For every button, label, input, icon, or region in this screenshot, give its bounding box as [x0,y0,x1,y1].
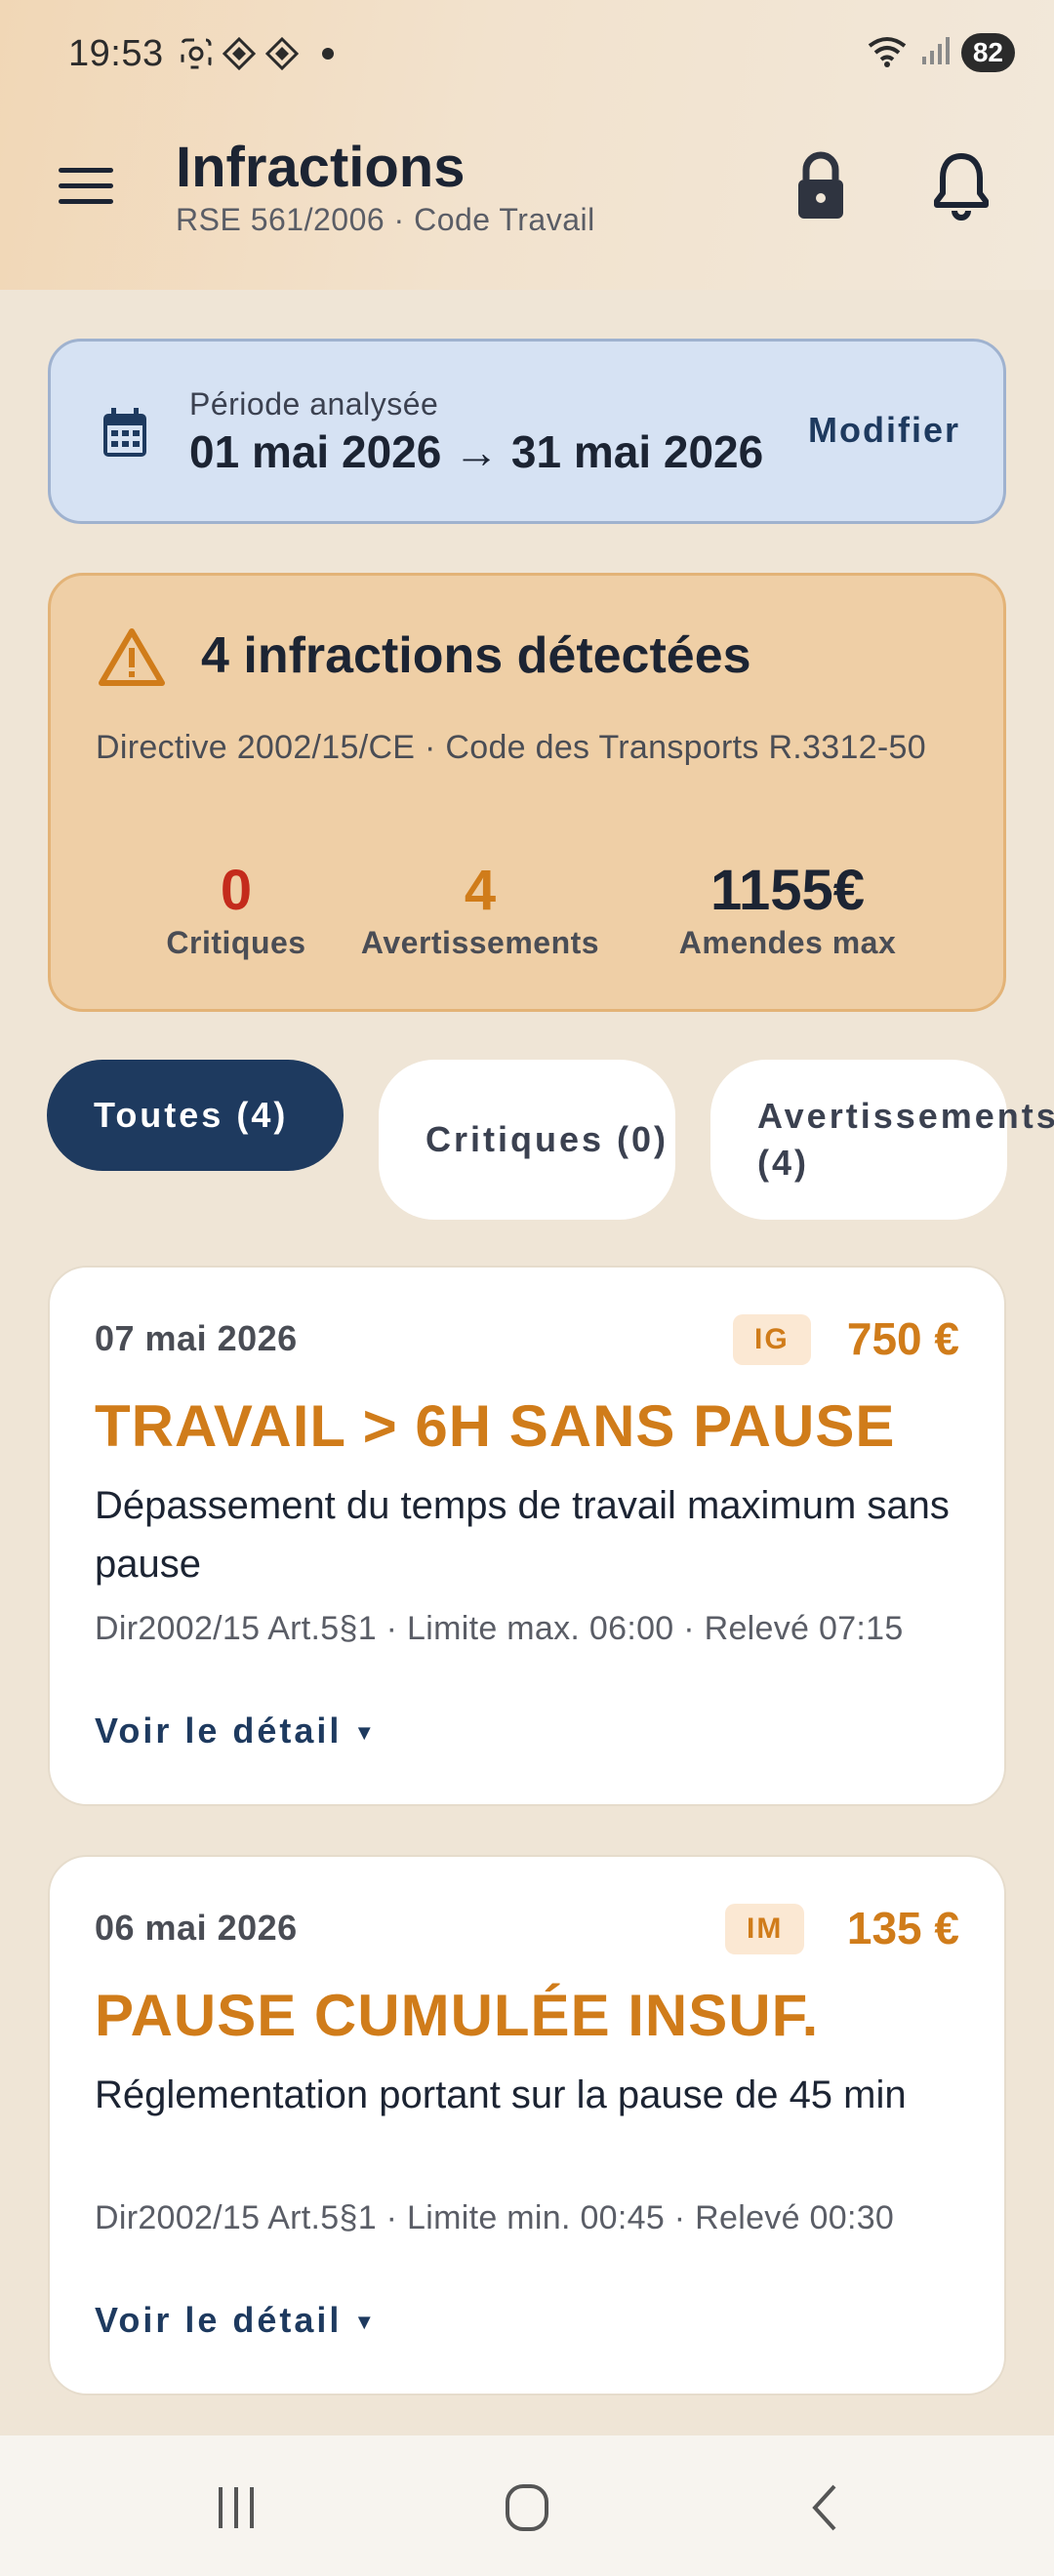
summary-title: 4 infractions détectées [201,627,751,684]
filter-chip-all[interactable]: Toutes (4) [47,1060,344,1171]
page-subtitle: RSE 561/2006 · Code Travail [176,202,595,237]
stat-warnings: 4 Avertissements [353,859,607,961]
infraction-type-badge: IG [733,1314,811,1365]
app-notification-icon [265,37,299,70]
status-system-icons: 82 [866,33,1015,72]
page-title: Infractions [176,136,466,199]
stat-fines-label: Amendes max [678,925,897,960]
signal-icon [920,35,950,71]
stat-critical-value: 0 [220,859,253,922]
view-detail-label: Voir le détail [95,1711,343,1751]
infraction-reference: Dir2002/15 Art.5§1 · Limite max. 06:00 ·… [95,1610,904,1647]
menu-icon [59,167,113,173]
lock-button[interactable] [787,146,855,224]
home-icon [506,2484,548,2531]
recents-icon [219,2487,254,2528]
infraction-amount: 135 € [846,1903,959,1953]
status-bar: 19:53 82 [0,0,1054,107]
status-notification-icons [180,37,334,70]
infraction-reference: Dir2002/15 Art.5§1 · Limite min. 00:45 ·… [95,2199,895,2236]
infraction-description: Dépassement du temps de travail maximum … [95,1484,950,1586]
infraction-title: TRAVAIL > 6H SANS PAUSE [95,1393,896,1459]
summary-card: 4 infractions détectées Directive 2002/1… [48,573,1006,1012]
infraction-description: Réglementation portant sur la pause de 4… [95,2073,907,2116]
stat-fines-value: 1155€ [709,859,866,922]
summary-legal-reference: Directive 2002/15/CE · Code des Transpor… [96,729,926,766]
stat-fines: 1155€ Amendes max [656,859,919,961]
filter-chip-warnings[interactable]: Avertissements (4) [710,1060,1054,1220]
status-time: 19:53 [68,33,164,74]
caret-down-icon: ▼ [353,2310,379,2335]
view-detail-link[interactable]: Voir le détail ▼ [95,1711,378,1751]
period-card[interactable]: Période analysée 01 mai 2026 → 31 mai 20… [48,339,1006,524]
bell-icon [934,153,989,221]
infraction-date: 06 mai 2026 [95,1908,298,1948]
caret-down-icon: ▼ [353,1720,379,1746]
menu-button[interactable] [59,156,127,215]
modify-period-button[interactable]: Modifier [808,410,960,451]
warning-icon [98,626,166,687]
stat-warnings-label: Avertissements [360,925,600,960]
period-value: 01 mai 2026 → 31 mai 2026 [189,426,764,477]
stat-critical-label: Critiques [166,925,306,960]
recents-button[interactable] [197,2478,275,2537]
infraction-amount: 750 € [846,1313,959,1364]
wifi-icon [866,34,909,72]
period-label: Période analysée [189,386,439,422]
back-icon [812,2484,836,2531]
app-notification-icon [223,37,256,70]
home-button[interactable] [488,2478,566,2537]
screenshot-icon [180,37,213,70]
view-detail-link[interactable]: Voir le détail ▼ [95,2300,378,2341]
infraction-type-badge: IM [725,1904,805,1954]
more-notifications-dot [322,48,334,60]
infraction-title: PAUSE CUMULÉE INSUF. [95,1983,820,2048]
infraction-card[interactable]: 06 mai 2026 IM 135 € PAUSE CUMULÉE INSUF… [48,1855,1006,2395]
back-button[interactable] [787,2478,865,2537]
infraction-card[interactable]: 07 mai 2026 IG 750 € TRAVAIL > 6H SANS P… [48,1266,1006,1806]
stat-warnings-value: 4 [464,859,497,922]
notifications-button[interactable] [927,146,995,224]
lock-icon [798,151,843,219]
view-detail-label: Voir le détail [95,2300,343,2340]
infraction-date: 07 mai 2026 [95,1318,298,1358]
calendar-icon [100,406,150,461]
system-navigation-bar [0,2435,1054,2576]
stat-critical: 0 Critiques [148,859,324,961]
filter-chip-critical[interactable]: Critiques (0) [379,1060,675,1220]
battery-indicator: 82 [960,33,1015,72]
